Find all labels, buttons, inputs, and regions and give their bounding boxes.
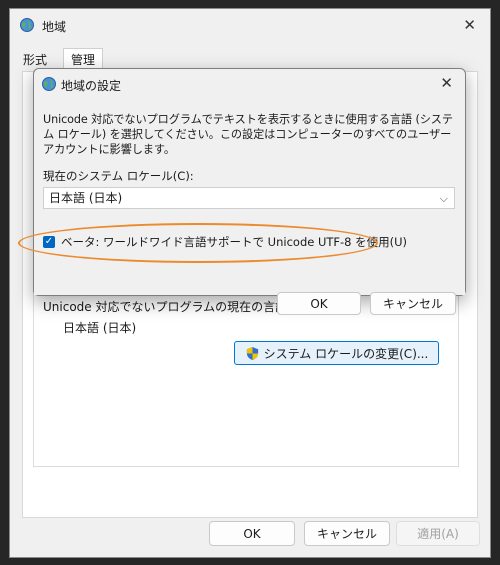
- change-system-locale-label: システム ロケールの変更(C)...: [263, 346, 429, 361]
- region-settings-dialog: 地域の設定 ✕ Unicode 対応でないプログラムでテキストを表示するときに使…: [33, 68, 466, 315]
- cancel-button[interactable]: キャンセル: [304, 521, 390, 546]
- globe-icon: [42, 77, 56, 91]
- region-window-titlebar: 地域 ✕: [10, 9, 490, 45]
- ok-button[interactable]: OK: [209, 521, 295, 546]
- dialog-title: 地域の設定: [61, 79, 122, 93]
- unicode-programs-label: Unicode 対応でないプログラムの現在の言語:: [43, 300, 292, 314]
- dialog-cancel-button[interactable]: キャンセル: [370, 292, 456, 315]
- dialog-ok-button[interactable]: OK: [277, 292, 361, 315]
- utf8-option[interactable]: ✓ ベータ: ワールドワイド言語サポートで Unicode UTF-8 を使用(…: [43, 234, 407, 250]
- current-system-locale-label: 現在のシステム ロケール(C):: [43, 169, 194, 183]
- apply-button: 適用(A): [396, 521, 480, 546]
- change-system-locale-button[interactable]: システム ロケールの変更(C)...: [234, 341, 439, 365]
- uac-shield-icon: [246, 346, 258, 360]
- utf8-checkbox-label: ベータ: ワールドワイド言語サポートで Unicode UTF-8 を使用(U): [61, 235, 408, 249]
- dialog-description: Unicode 対応でないプログラムでテキストを表示するときに使用する言語 (シ…: [43, 113, 453, 156]
- close-icon[interactable]: ✕: [463, 18, 476, 33]
- system-locale-dropdown[interactable]: 日本語 (日本) ⌵: [43, 187, 455, 209]
- utf8-checkbox[interactable]: ✓: [43, 236, 55, 248]
- current-language-value: 日本語 (日本): [63, 321, 137, 335]
- region-window-title: 地域: [42, 20, 67, 34]
- chevron-down-icon: ⌵: [439, 192, 448, 205]
- globe-icon: [20, 18, 34, 32]
- system-locale-value: 日本語 (日本): [49, 191, 123, 205]
- close-icon[interactable]: ✕: [440, 76, 453, 91]
- dialog-body: Unicode 対応でないプログラムでテキストを表示するときに使用する言語 (シ…: [34, 101, 465, 315]
- dialog-titlebar: 地域の設定 ✕: [34, 69, 465, 99]
